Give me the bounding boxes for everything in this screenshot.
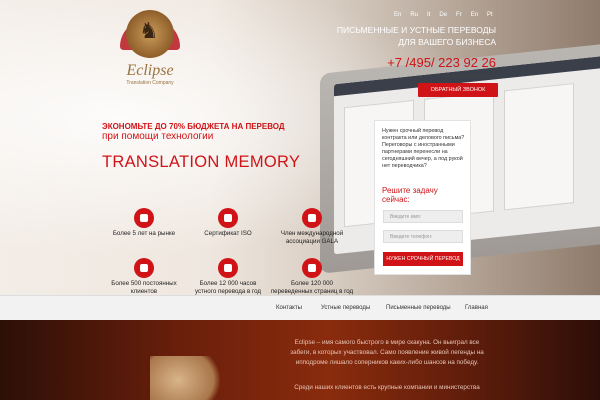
feature-text: Более 120 000 переведенных страниц в год: [264, 280, 360, 295]
horse-image: [150, 356, 220, 400]
feature-line: Более 500 постоянных: [111, 280, 177, 287]
feature-line: Более 5 лет на рынке: [112, 230, 176, 237]
feature-item: Более 500 постоянных клиентов: [96, 258, 192, 295]
feature-item: Член международной ассоциации GALA: [264, 208, 360, 245]
feature-text: Более 500 постоянных клиентов: [96, 280, 192, 295]
translation-memory-title: TRANSLATION MEMORY: [102, 153, 301, 171]
pages-icon: [302, 258, 322, 278]
urgent-translation-button[interactable]: НУЖЕН СРОЧНЫЙ ПЕРЕВОД: [383, 252, 463, 266]
nav-item-oral[interactable]: Устные переводы: [321, 305, 370, 311]
feature-text: Более 12 000 часов устного перевода в го…: [180, 280, 276, 295]
phone-input[interactable]: [383, 230, 463, 243]
nav-item-written[interactable]: Письменные переводы: [386, 305, 451, 311]
form-heading: Решите задачу сейчас:: [382, 186, 438, 204]
name-input[interactable]: [383, 210, 463, 223]
feature-line: Сертификат ISO: [204, 230, 252, 237]
feature-text: Более 5 лет на рынке: [96, 230, 192, 238]
feature-line: ассоциации GALA: [285, 237, 339, 245]
form-description: Нужен срочный перевод контракта или дело…: [382, 128, 466, 170]
feature-item: Более 12 000 часов устного перевода в го…: [180, 258, 276, 295]
form-text-line: Нужен срочный перевод: [382, 128, 444, 134]
hero-section: [0, 0, 600, 295]
clients-icon: [134, 258, 154, 278]
about-text: Eclipse – имя самого быстрого в мире ска…: [268, 338, 506, 368]
member-icon: [302, 208, 322, 228]
email-link[interactable]: info@euro-eclipse.ru: [420, 74, 496, 80]
feature-item: Более 120 000 переведенных страниц в год: [264, 258, 360, 295]
award-icon: [134, 208, 154, 228]
feature-text: Член международной ассоциации GALA: [264, 230, 360, 245]
form-text-line: нет переводчика?: [382, 163, 427, 169]
lang-link[interactable]: Pt: [487, 12, 493, 18]
horse-crest-icon: ♞: [126, 10, 174, 58]
logo-subtitle: Translation Company: [126, 80, 174, 86]
form-text-line: Переговоры с иностранными: [382, 142, 455, 148]
about-line: забеги, в которых участвовал. Само появл…: [290, 349, 484, 356]
about-section: Eclipse – имя самого быстрого в мире ска…: [0, 320, 600, 400]
help-subheadline: при помощи технологии: [102, 131, 214, 142]
save-headline: ЭКОНОМЬТЕ ДО 70% БЮДЖЕТА НА ПЕРЕВОД: [102, 122, 285, 131]
lang-link[interactable]: En: [471, 12, 478, 18]
feature-line: переведенных страниц в год: [270, 287, 354, 295]
bottom-nav: Контакты Устные переводы Письменные пере…: [0, 295, 600, 320]
about-line: Eclipse – имя самого быстрого в мире ска…: [294, 339, 480, 346]
feature-item: Более 5 лет на рынке: [96, 208, 192, 238]
feature-line: устного перевода в год: [194, 287, 262, 295]
phone-number[interactable]: +7 /495/ 223 92 26: [370, 55, 496, 70]
language-switcher: En Ru It De Fr En Pt: [394, 12, 493, 18]
nav-item-contacts[interactable]: Контакты: [276, 305, 302, 311]
nav-item-home[interactable]: Главная: [465, 305, 488, 311]
feature-item: Сертификат ISO: [180, 208, 276, 238]
form-text-line: сегодняшний вечер, а под рукой: [382, 156, 463, 162]
clock-icon: [218, 258, 238, 278]
about-text-clients: Среди наших клиентов есть крупные компан…: [268, 383, 506, 393]
feature-line: клиентов: [130, 287, 158, 295]
feature-text: Сертификат ISO: [180, 230, 276, 238]
form-text-line: контракта или делового письма?: [382, 135, 465, 141]
tagline: ПИСЬМЕННЫЕ И УСТНЫЕ ПЕРЕВОДЫ ДЛЯ ВАШЕГО …: [330, 24, 496, 48]
certificate-icon: [218, 208, 238, 228]
lang-link[interactable]: Ru: [410, 12, 418, 18]
feature-line: Член международной: [280, 230, 344, 237]
screen-panel-right: [504, 83, 574, 211]
company-logo[interactable]: ♞ Eclipse Translation Company: [120, 6, 180, 96]
urgent-request-form: Нужен срочный перевод контракта или дело…: [374, 120, 471, 275]
tagline-line: ДЛЯ ВАШЕГО БИЗНЕСА: [398, 37, 496, 47]
lang-link[interactable]: En: [394, 12, 401, 18]
lang-link[interactable]: Fr: [456, 12, 462, 18]
feature-line: Более 12 000 часов: [199, 280, 257, 287]
lang-link[interactable]: It: [427, 12, 430, 18]
form-text-line: партнерами перенесли на: [382, 149, 448, 155]
about-line: ипподроме лишало соперников каких-либо ш…: [295, 359, 479, 366]
logo-name: Eclipse: [126, 62, 174, 79]
lang-link[interactable]: De: [439, 12, 447, 18]
about-line: Среди наших клиентов есть крупные компан…: [294, 384, 480, 391]
feature-line: Более 120 000: [291, 280, 333, 287]
callback-button[interactable]: ОБРАТНЫЙ ЗВОНОК: [418, 83, 498, 97]
tagline-line: ПИСЬМЕННЫЕ И УСТНЫЕ ПЕРЕВОДЫ: [336, 25, 496, 35]
